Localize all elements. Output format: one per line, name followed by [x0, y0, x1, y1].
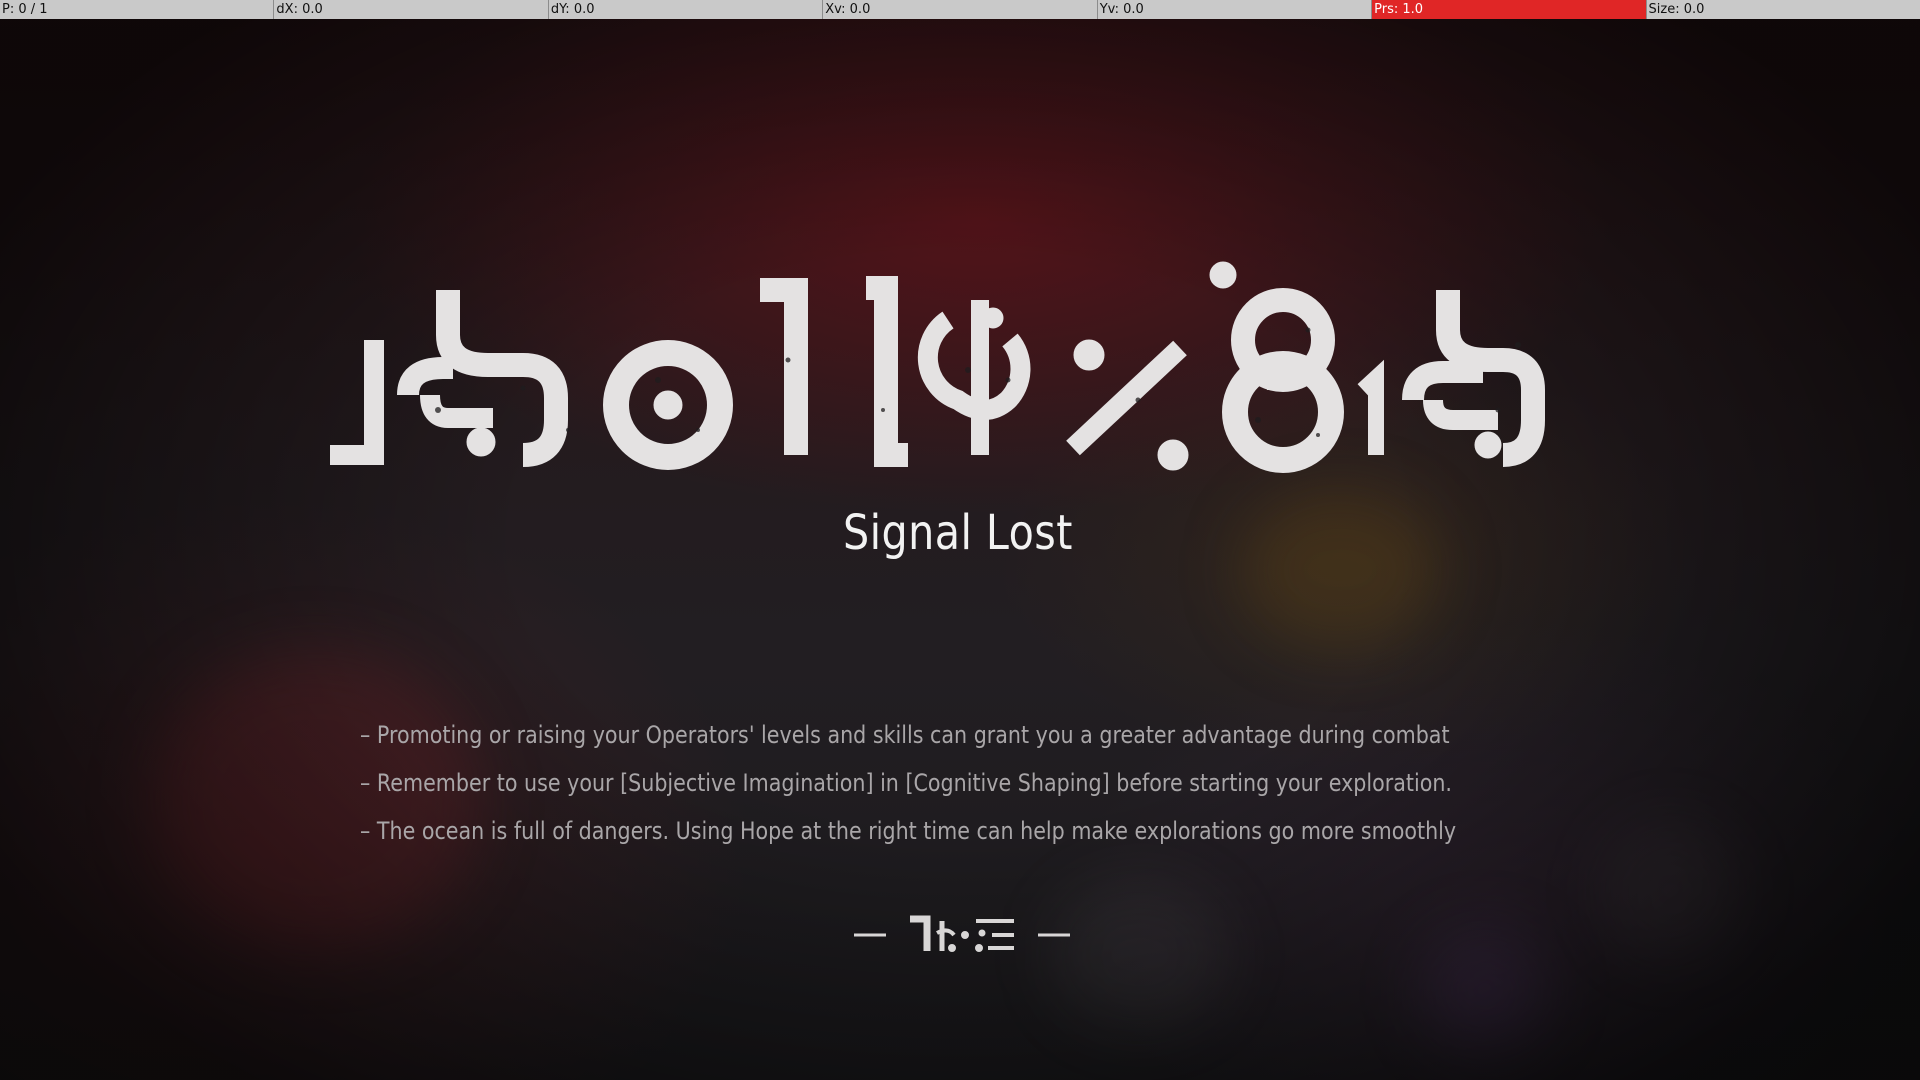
debug-size: Size: 0.0	[1645, 0, 1920, 19]
tips-list: – Promoting or raising your Operators' l…	[360, 716, 1620, 860]
touch-debug-bar: P: 0 / 1 dX: 0.0 dY: 0.0 Xv: 0.0 Yv: 0.0…	[0, 0, 1920, 19]
debug-dy: dY: 0.0	[547, 0, 822, 19]
background-blur	[1050, 880, 1230, 1030]
debug-xv: Xv: 0.0	[822, 0, 1096, 19]
stylized-glyph-logo-icon	[318, 260, 1578, 490]
background-blur	[1600, 820, 1740, 960]
debug-pressure: Prs: 1.0	[1371, 0, 1646, 19]
glyph-loading-indicator-icon	[852, 913, 1072, 957]
screen-title: Signal Lost	[842, 505, 1073, 561]
debug-yv: Yv: 0.0	[1096, 0, 1371, 19]
loading-screen[interactable]: P: 0 / 1 dX: 0.0 dY: 0.0 Xv: 0.0 Yv: 0.0…	[0, 0, 1920, 1080]
tip-item: – Remember to use your [Subjective Imagi…	[360, 769, 1452, 797]
background-blur	[1420, 930, 1550, 1050]
tip-item: – The ocean is full of dangers. Using Ho…	[360, 817, 1457, 845]
debug-pointer-count: P: 0 / 1	[2, 2, 48, 17]
debug-dx: dX: 0.0	[273, 0, 547, 19]
tip-item: – Promoting or raising your Operators' l…	[360, 721, 1450, 749]
